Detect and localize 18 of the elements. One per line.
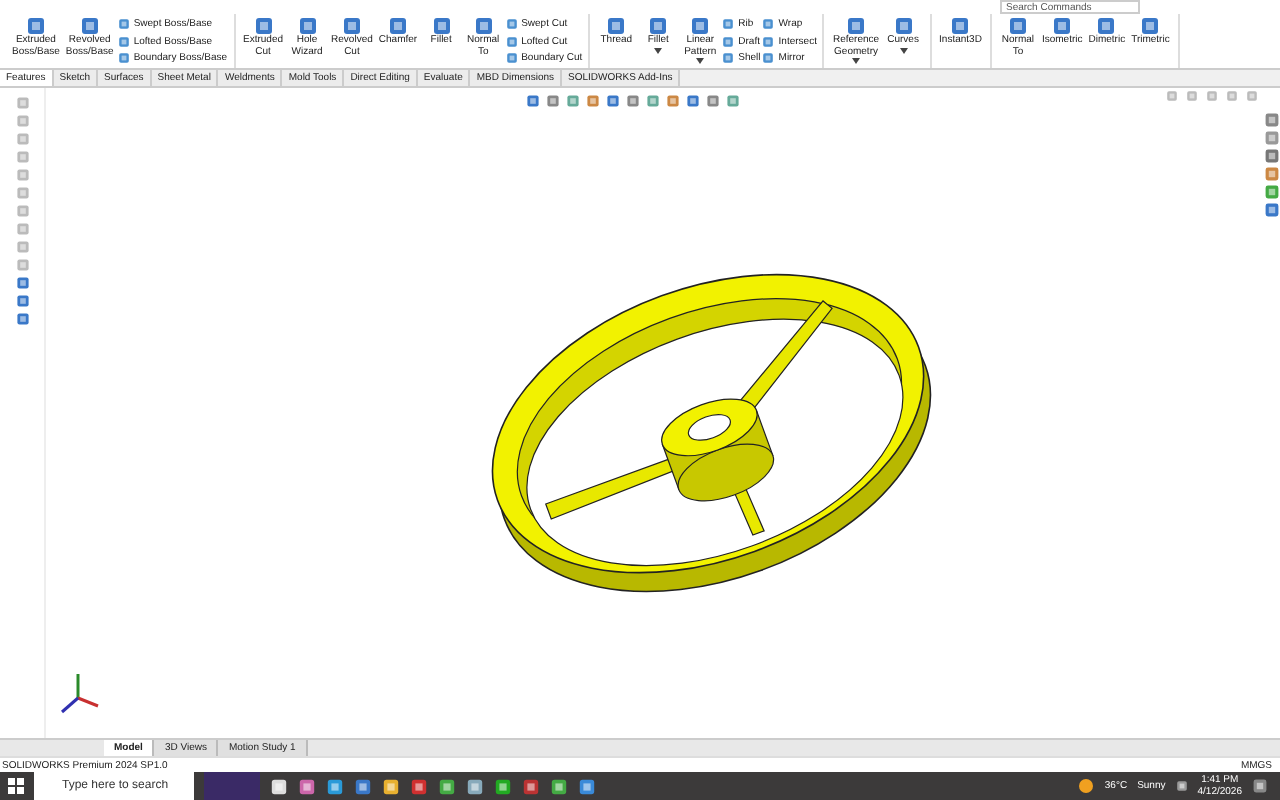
tool-icon bbox=[505, 52, 518, 64]
tool-icon bbox=[117, 52, 130, 64]
windows-start-icon[interactable] bbox=[8, 778, 24, 794]
window-control-icon[interactable] bbox=[1186, 90, 1198, 102]
axis-triad-icon bbox=[58, 670, 102, 718]
tray-icon[interactable] bbox=[1175, 780, 1188, 792]
window-control-icon[interactable] bbox=[1246, 90, 1258, 102]
tool-icon bbox=[762, 35, 775, 47]
weather-sun-icon bbox=[1078, 778, 1095, 794]
search-banner-placeholder bbox=[204, 772, 260, 800]
tool-icon bbox=[117, 35, 130, 47]
window-control-icon[interactable] bbox=[1206, 90, 1218, 102]
window-control-icon[interactable] bbox=[1166, 90, 1178, 102]
tool-icon bbox=[505, 35, 518, 47]
tool-icon bbox=[722, 35, 735, 47]
tool-icon bbox=[722, 52, 735, 64]
tool-icon bbox=[762, 52, 775, 64]
window-control-icon[interactable] bbox=[1226, 90, 1238, 102]
